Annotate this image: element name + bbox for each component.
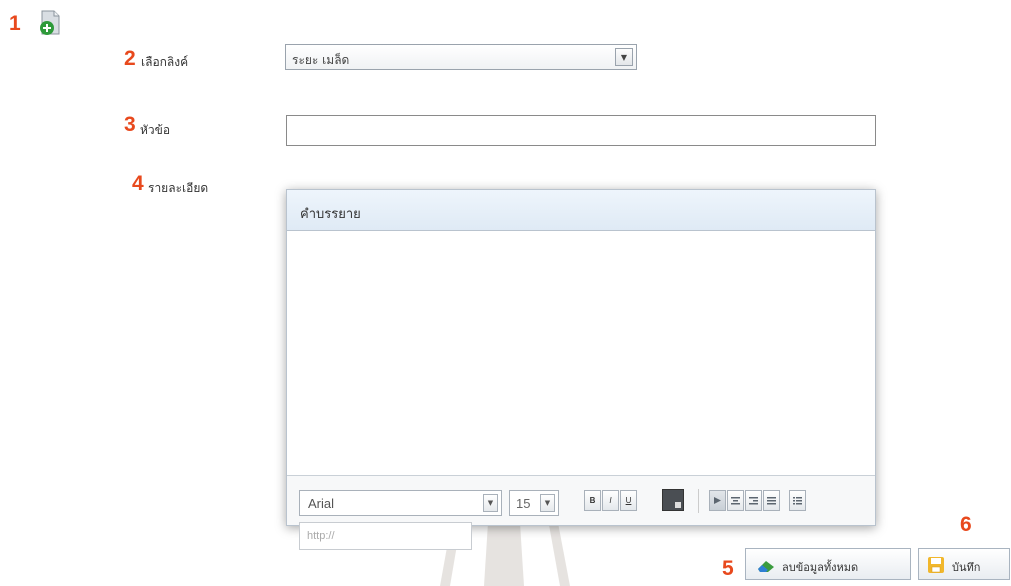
eraser-icon (756, 557, 776, 573)
marker-6: 6 (960, 513, 972, 536)
title-label: หัวข้อ (140, 123, 171, 137)
font-size-select[interactable]: 15 ▼ (509, 490, 559, 516)
save-button[interactable]: บันทึก (918, 548, 1010, 580)
marker-1: 1 (9, 12, 21, 35)
align-center-icon[interactable] (727, 490, 744, 511)
chevron-down-icon[interactable]: ▼ (615, 48, 633, 66)
align-right-icon[interactable] (745, 490, 762, 511)
marker-4: 4 (132, 172, 144, 195)
marker-3: 3 (124, 113, 136, 136)
clear-all-label: ลบข้อมูลทั้งหมด (782, 561, 859, 574)
marker-2: 2 (124, 47, 136, 70)
link-select-label: เลือกลิงค์ (141, 55, 189, 69)
floppy-disk-icon (927, 556, 945, 574)
link-select[interactable]: ระยะ เมล็ด ▼ (285, 44, 637, 70)
save-label: บันทึก (952, 561, 981, 574)
bullet-list-icon[interactable] (789, 490, 806, 511)
align-justify-icon[interactable] (763, 490, 780, 511)
font-family-value: Arial (308, 496, 335, 511)
italic-button[interactable]: I (602, 490, 619, 511)
link-url-field[interactable] (299, 522, 472, 550)
toolbar-divider (698, 489, 699, 513)
link-url-input[interactable] (305, 529, 469, 543)
text-color-button[interactable] (662, 489, 684, 511)
chevron-down-icon[interactable]: ▼ (540, 494, 555, 512)
add-page-icon[interactable] (36, 9, 62, 37)
align-left-icon[interactable] (709, 490, 726, 511)
clear-all-button[interactable]: ลบข้อมูลทั้งหมด (745, 548, 911, 580)
detail-editor: คำบรรยาย Arial ▼ 15 ▼ B I U (286, 189, 876, 550)
marker-5: 5 (722, 557, 734, 580)
bold-button[interactable]: B (584, 490, 601, 511)
link-select-value: ระยะ เมล็ด (292, 53, 350, 67)
font-family-select[interactable]: Arial ▼ (299, 490, 502, 516)
editor-text-area[interactable] (287, 231, 875, 476)
underline-button[interactable]: U (620, 490, 637, 511)
editor-toolbar: Arial ▼ 15 ▼ B I U (287, 476, 875, 550)
chevron-down-icon[interactable]: ▼ (483, 494, 498, 512)
editor-header: คำบรรยาย (287, 190, 875, 231)
editor-header-title: คำบรรยาย (300, 207, 361, 222)
detail-label: รายละเอียด (148, 181, 209, 195)
title-input[interactable] (286, 115, 876, 146)
font-size-value: 15 (516, 496, 531, 511)
